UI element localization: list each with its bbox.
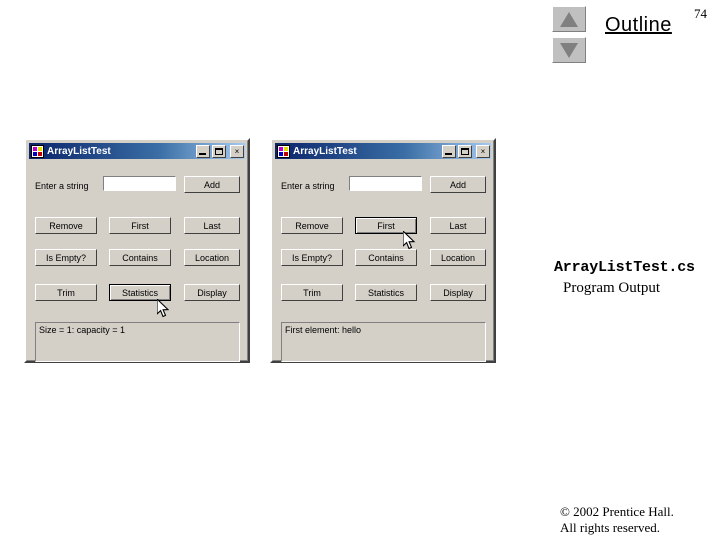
window-inner-frame: ArrayListTest × Enter a string Add Remov…	[26, 140, 248, 362]
window-arraylisttest-2[interactable]: ArrayListTest × Enter a string Add Remov…	[270, 138, 496, 363]
add-button[interactable]: Add	[430, 176, 486, 193]
remove-button[interactable]: Remove	[35, 217, 97, 234]
program-output-caption: Program Output	[563, 280, 661, 296]
slide-navigation[interactable]	[552, 6, 588, 68]
application-icon	[277, 144, 290, 158]
copyright-line-2: All rights reserved.	[560, 520, 661, 535]
copyright-line-1: © 2002 Prentice Hall.	[560, 504, 674, 519]
copyright-footer: © 2002 Prentice Hall. All rights reserve…	[560, 504, 674, 536]
maximize-button[interactable]	[212, 144, 226, 158]
mouse-cursor-icon	[403, 231, 416, 250]
window-arraylisttest-1[interactable]: ArrayListTest × Enter a string Add Remov…	[24, 138, 250, 363]
page-number: 74	[694, 6, 707, 21]
application-icon	[31, 144, 44, 158]
window-client-area: Enter a string Add Remove First Last Is …	[275, 159, 491, 362]
is-empty-button[interactable]: Is Empty?	[281, 249, 343, 266]
location-button[interactable]: Location	[430, 249, 486, 266]
minimize-button[interactable]	[196, 144, 210, 158]
close-button[interactable]: ×	[476, 144, 490, 158]
trim-button[interactable]: Trim	[35, 284, 97, 301]
display-button[interactable]: Display	[430, 284, 486, 301]
trim-button[interactable]: Trim	[281, 284, 343, 301]
source-filename-caption: ArrayListTest.cs	[554, 259, 695, 276]
last-button[interactable]: Last	[430, 217, 486, 234]
scroll-down-button[interactable]	[552, 37, 586, 63]
display-button[interactable]: Display	[184, 284, 240, 301]
triangle-down-icon	[560, 42, 578, 58]
close-button[interactable]: ×	[230, 144, 244, 158]
triangle-up-icon	[560, 11, 578, 27]
titlebar-buttons[interactable]: ×	[442, 144, 490, 158]
contains-button[interactable]: Contains	[109, 249, 171, 266]
titlebar-buttons[interactable]: ×	[196, 144, 244, 158]
outline-link[interactable]: Outline	[605, 14, 672, 37]
titlebar[interactable]: ArrayListTest ×	[29, 143, 245, 159]
first-button[interactable]: First	[109, 217, 171, 234]
window-title: ArrayListTest	[47, 145, 111, 157]
window-inner-frame: ArrayListTest × Enter a string Add Remov…	[272, 140, 494, 362]
window-title: ArrayListTest	[293, 145, 357, 157]
statistics-button[interactable]: Statistics	[355, 284, 417, 301]
statistics-button[interactable]: Statistics	[109, 284, 171, 301]
first-button[interactable]: First	[355, 217, 417, 234]
mouse-cursor-icon	[157, 299, 170, 318]
last-button[interactable]: Last	[184, 217, 240, 234]
minimize-button[interactable]	[442, 144, 456, 158]
contains-button[interactable]: Contains	[355, 249, 417, 266]
remove-button[interactable]: Remove	[281, 217, 343, 234]
window-client-area: Enter a string Add Remove First Last Is …	[29, 159, 245, 362]
location-button[interactable]: Location	[184, 249, 240, 266]
string-input[interactable]	[103, 176, 176, 191]
titlebar[interactable]: ArrayListTest ×	[275, 143, 491, 159]
maximize-button[interactable]	[458, 144, 472, 158]
is-empty-button[interactable]: Is Empty?	[35, 249, 97, 266]
output-textarea[interactable]: Size = 1: capacity = 1	[35, 322, 240, 362]
output-textarea[interactable]: First element: hello	[281, 322, 486, 362]
string-input[interactable]	[349, 176, 422, 191]
enter-string-label: Enter a string	[281, 181, 335, 191]
enter-string-label: Enter a string	[35, 181, 89, 191]
add-button[interactable]: Add	[184, 176, 240, 193]
scroll-up-button[interactable]	[552, 6, 586, 32]
